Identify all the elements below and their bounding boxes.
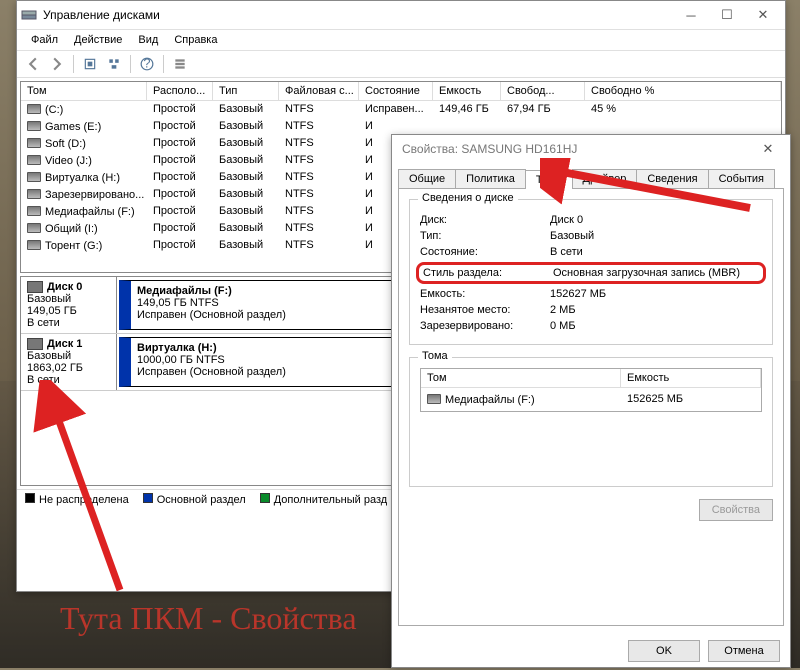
toolbar: ?	[17, 51, 785, 78]
col-freepct[interactable]: Свободно %	[585, 82, 781, 100]
menu-file[interactable]: Файл	[23, 32, 66, 48]
back-button[interactable]	[23, 54, 43, 74]
refresh-icon[interactable]	[80, 54, 100, 74]
list-icon[interactable]	[170, 54, 190, 74]
col-free[interactable]: Свобод...	[501, 82, 585, 100]
disk-info-group: Сведения о диске Диск:Диск 0 Тип:Базовый…	[409, 199, 773, 345]
col-fs[interactable]: Файловая с...	[279, 82, 359, 100]
tab-volumes[interactable]: Тома	[525, 170, 573, 189]
forward-button[interactable]	[47, 54, 67, 74]
props-title: Свойства: SAMSUNG HD161HJ	[396, 142, 750, 156]
props-tabs: Общие Политика Тома Драйвер Сведения Соб…	[392, 163, 790, 188]
col-volume[interactable]: Том	[21, 82, 147, 100]
tab-details[interactable]: Сведения	[636, 169, 708, 188]
disk-icon	[27, 338, 43, 350]
titlebar: Управление дисками ─ ☐ ✕	[17, 1, 785, 29]
volumes-group: Тома ТомЕмкость Медиафайлы (F:) 152625 М…	[409, 357, 773, 487]
tab-events[interactable]: События	[708, 169, 775, 188]
minimize-button[interactable]: ─	[673, 4, 709, 26]
col-cap[interactable]: Емкость	[433, 82, 501, 100]
partition-style-row: Стиль раздела:Основная загрузочная запис…	[416, 262, 766, 284]
col-type[interactable]: Тип	[213, 82, 279, 100]
volume-row[interactable]: Медиафайлы (F:) 152625 МБ	[421, 388, 761, 411]
ok-button[interactable]: OK	[628, 640, 700, 662]
svg-text:?: ?	[143, 57, 150, 71]
tab-policy[interactable]: Политика	[455, 169, 526, 188]
col-status[interactable]: Состояние	[359, 82, 433, 100]
annotation-text: Тута ПКМ - Свойства	[60, 600, 357, 637]
col-layout[interactable]: Располо...	[147, 82, 213, 100]
window-title: Управление дисками	[43, 8, 673, 22]
menu-view[interactable]: Вид	[130, 32, 166, 48]
tab-general[interactable]: Общие	[398, 169, 456, 188]
tab-driver[interactable]: Драйвер	[572, 169, 638, 188]
volume-row[interactable]: Games (E:)ПростойБазовыйNTFSИ	[21, 118, 781, 135]
menubar: Файл Действие Вид Справка	[17, 29, 785, 51]
volume-row[interactable]: (C:)ПростойБазовыйNTFSИсправен...149,46 …	[21, 101, 781, 118]
volume-properties-button[interactable]: Свойства	[699, 499, 773, 521]
topology-icon[interactable]	[104, 54, 124, 74]
menu-action[interactable]: Действие	[66, 32, 130, 48]
menu-help[interactable]: Справка	[166, 32, 225, 48]
app-icon	[21, 7, 37, 23]
props-close-button[interactable]: ✕	[750, 138, 786, 160]
maximize-button[interactable]: ☐	[709, 4, 745, 26]
properties-dialog: Свойства: SAMSUNG HD161HJ ✕ Общие Полити…	[391, 134, 791, 668]
props-titlebar: Свойства: SAMSUNG HD161HJ ✕	[392, 135, 790, 163]
close-button[interactable]: ✕	[745, 4, 781, 26]
cancel-button[interactable]: Отмена	[708, 640, 780, 662]
help-icon[interactable]: ?	[137, 54, 157, 74]
disk-icon	[27, 281, 43, 293]
